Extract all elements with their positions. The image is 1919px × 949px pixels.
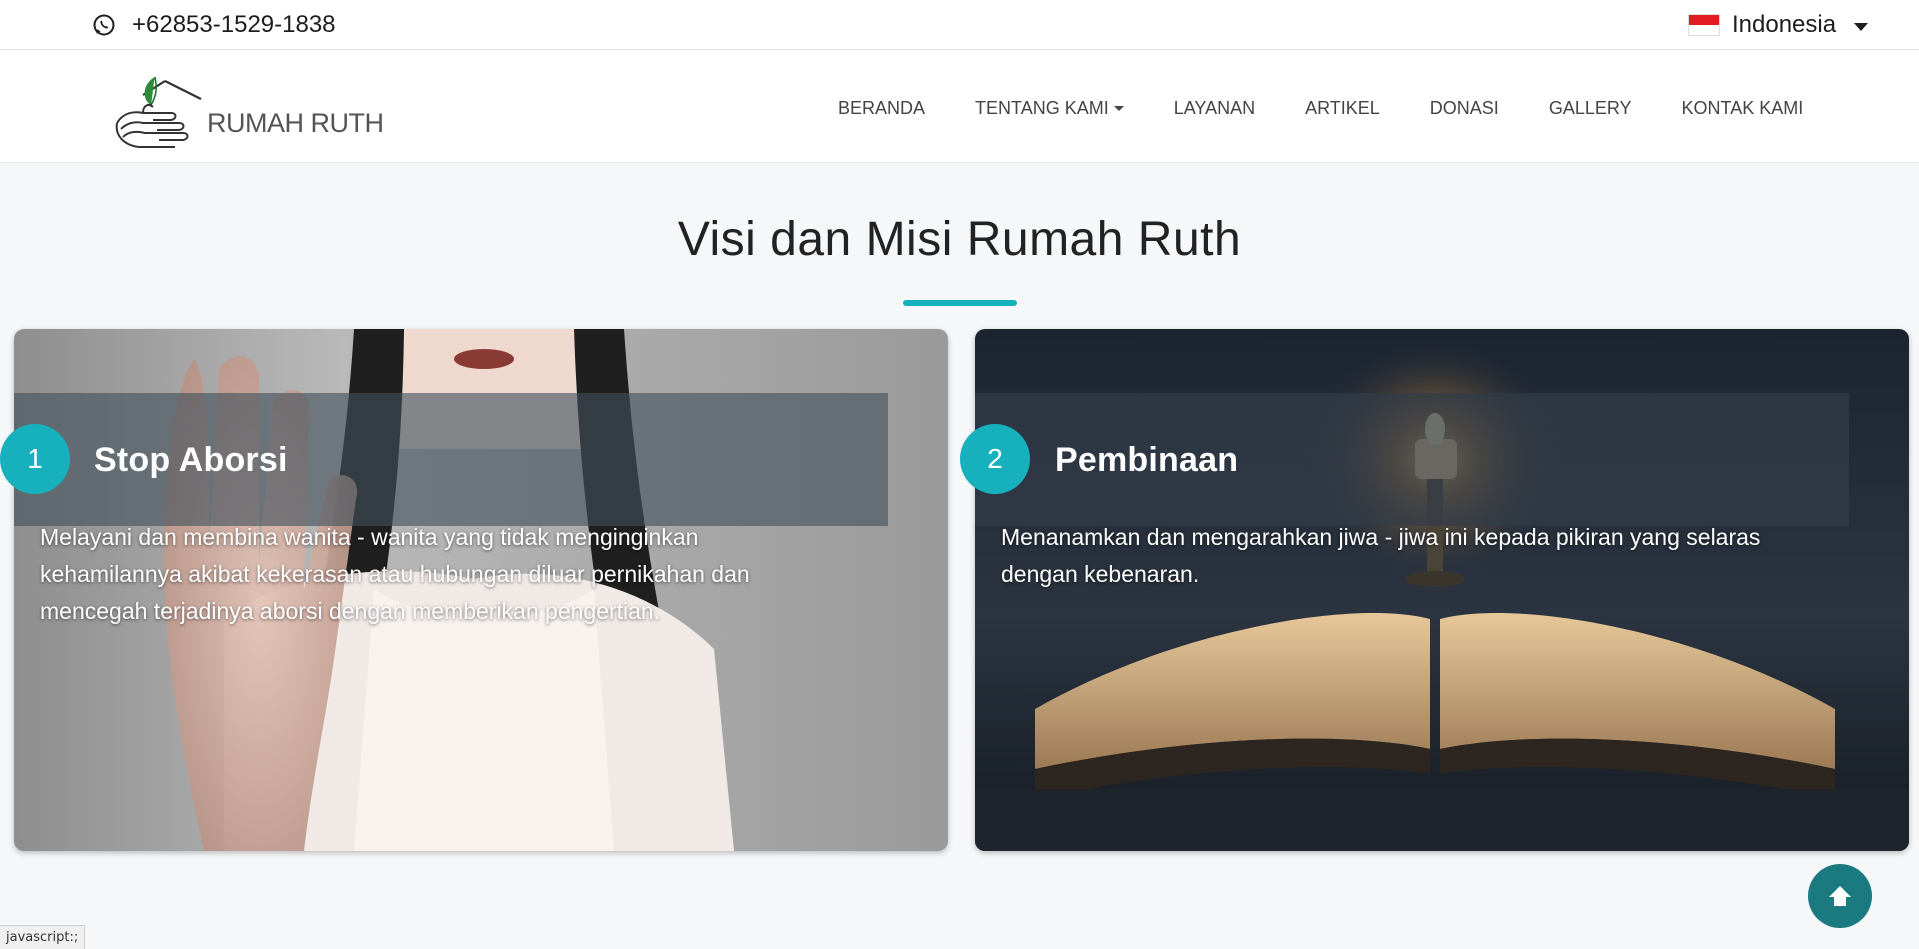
nav-artikel[interactable]: ARTIKEL — [1305, 98, 1380, 119]
logo-text: RUMAH RUTH — [207, 108, 384, 138]
card-number-badge: 2 — [960, 424, 1030, 494]
site-logo[interactable]: RUMAH RUTH — [113, 65, 384, 151]
card-description: Menanamkan dan mengarahkan jiwa - jiwa i… — [1001, 524, 1761, 587]
logo-hands-leaf-icon — [115, 76, 202, 148]
browser-status-bar: javascript:; — [0, 925, 86, 949]
indonesia-flag-icon — [1688, 14, 1720, 36]
chevron-down-icon — [1854, 22, 1869, 31]
mission-card-pembinaan: Pembinaan Menanamkan dan mengarahkan jiw… — [975, 329, 1909, 851]
arrow-up-icon — [1829, 886, 1851, 906]
scroll-to-top-button[interactable] — [1808, 864, 1872, 928]
nav-kontak-kami[interactable]: KONTAK KAMI — [1682, 98, 1804, 119]
nav-links: BERANDA TENTANG KAMI LAYANAN ARTIKEL DON… — [838, 93, 1803, 123]
nav-layanan[interactable]: LAYANAN — [1174, 98, 1255, 119]
whatsapp-icon — [93, 14, 115, 36]
language-selector[interactable]: Indonesia — [1688, 9, 1869, 41]
main-navbar: RUMAH RUTH BERANDA TENTANG KAMI LAYANAN … — [0, 51, 1919, 163]
phone-contact[interactable]: +62853-1529-1838 — [92, 10, 336, 40]
section-title: Visi dan Misi Rumah Ruth — [677, 213, 1242, 266]
card-number-badge: 1 — [0, 424, 70, 494]
top-bar: +62853-1529-1838 Indonesia — [0, 0, 1919, 50]
caret-down-icon — [1113, 105, 1124, 111]
nav-gallery[interactable]: GALLERY — [1549, 98, 1632, 119]
card-heading: Pembinaan — [1055, 441, 1239, 479]
card-description: Melayani dan membina wanita - wanita yan… — [40, 524, 750, 624]
phone-number: +62853-1529-1838 — [132, 11, 336, 38]
language-label: Indonesia — [1732, 11, 1837, 38]
nav-beranda[interactable]: BERANDA — [838, 98, 925, 119]
nav-tentang-kami-label: TENTANG KAMI — [975, 97, 1109, 118]
card-heading: Stop Aborsi — [94, 441, 288, 479]
title-underline — [903, 300, 1017, 306]
mission-card-stop-aborsi: Stop Aborsi Melayani dan membina wanita … — [14, 329, 948, 851]
nav-donasi[interactable]: DONASI — [1430, 98, 1499, 119]
nav-tentang-kami[interactable]: TENTANG KAMI — [975, 98, 1124, 119]
